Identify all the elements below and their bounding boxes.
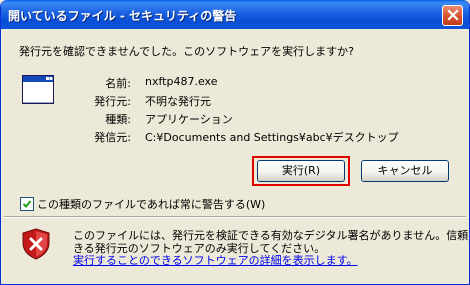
field-label-name: 名前:	[105, 77, 131, 90]
question-text: 発行元を確認できませんでした。このソフトウェアを実行しますか?	[19, 45, 354, 58]
security-warning-dialog: 開いているファイル - セキュリティの警告 発行元を確認できませんでした。このソ…	[0, 0, 470, 285]
field-value-publisher: 不明な発行元	[145, 95, 211, 108]
field-value-name: nxftp487.exe	[145, 75, 218, 88]
title-bar[interactable]: 開いているファイル - セキュリティの警告	[1, 0, 469, 29]
warning-shield-icon	[22, 228, 50, 260]
window-title: 開いているファイル - セキュリティの警告	[8, 9, 237, 23]
always-warn-checkbox[interactable]	[20, 197, 34, 211]
checkmark-icon	[22, 200, 32, 208]
field-label-publisher: 発行元:	[94, 95, 131, 108]
details-link[interactable]: 実行することのできるソフトウェアの詳細を表示します。	[73, 252, 358, 268]
always-warn-label: この種類のファイルであれば常に警告する(W)	[37, 198, 266, 211]
close-icon	[447, 9, 459, 21]
close-button[interactable]	[442, 5, 463, 26]
field-value-from: C:¥Documents and Settings¥abc¥デスクトップ	[145, 131, 399, 144]
field-value-type: アプリケーション	[145, 113, 233, 126]
run-button[interactable]: 実行(R)	[257, 160, 345, 182]
cancel-button[interactable]: キャンセル	[361, 160, 449, 182]
field-label-type: 種類:	[105, 113, 131, 126]
field-label-from: 発信元:	[94, 131, 131, 144]
separator	[4, 216, 466, 218]
